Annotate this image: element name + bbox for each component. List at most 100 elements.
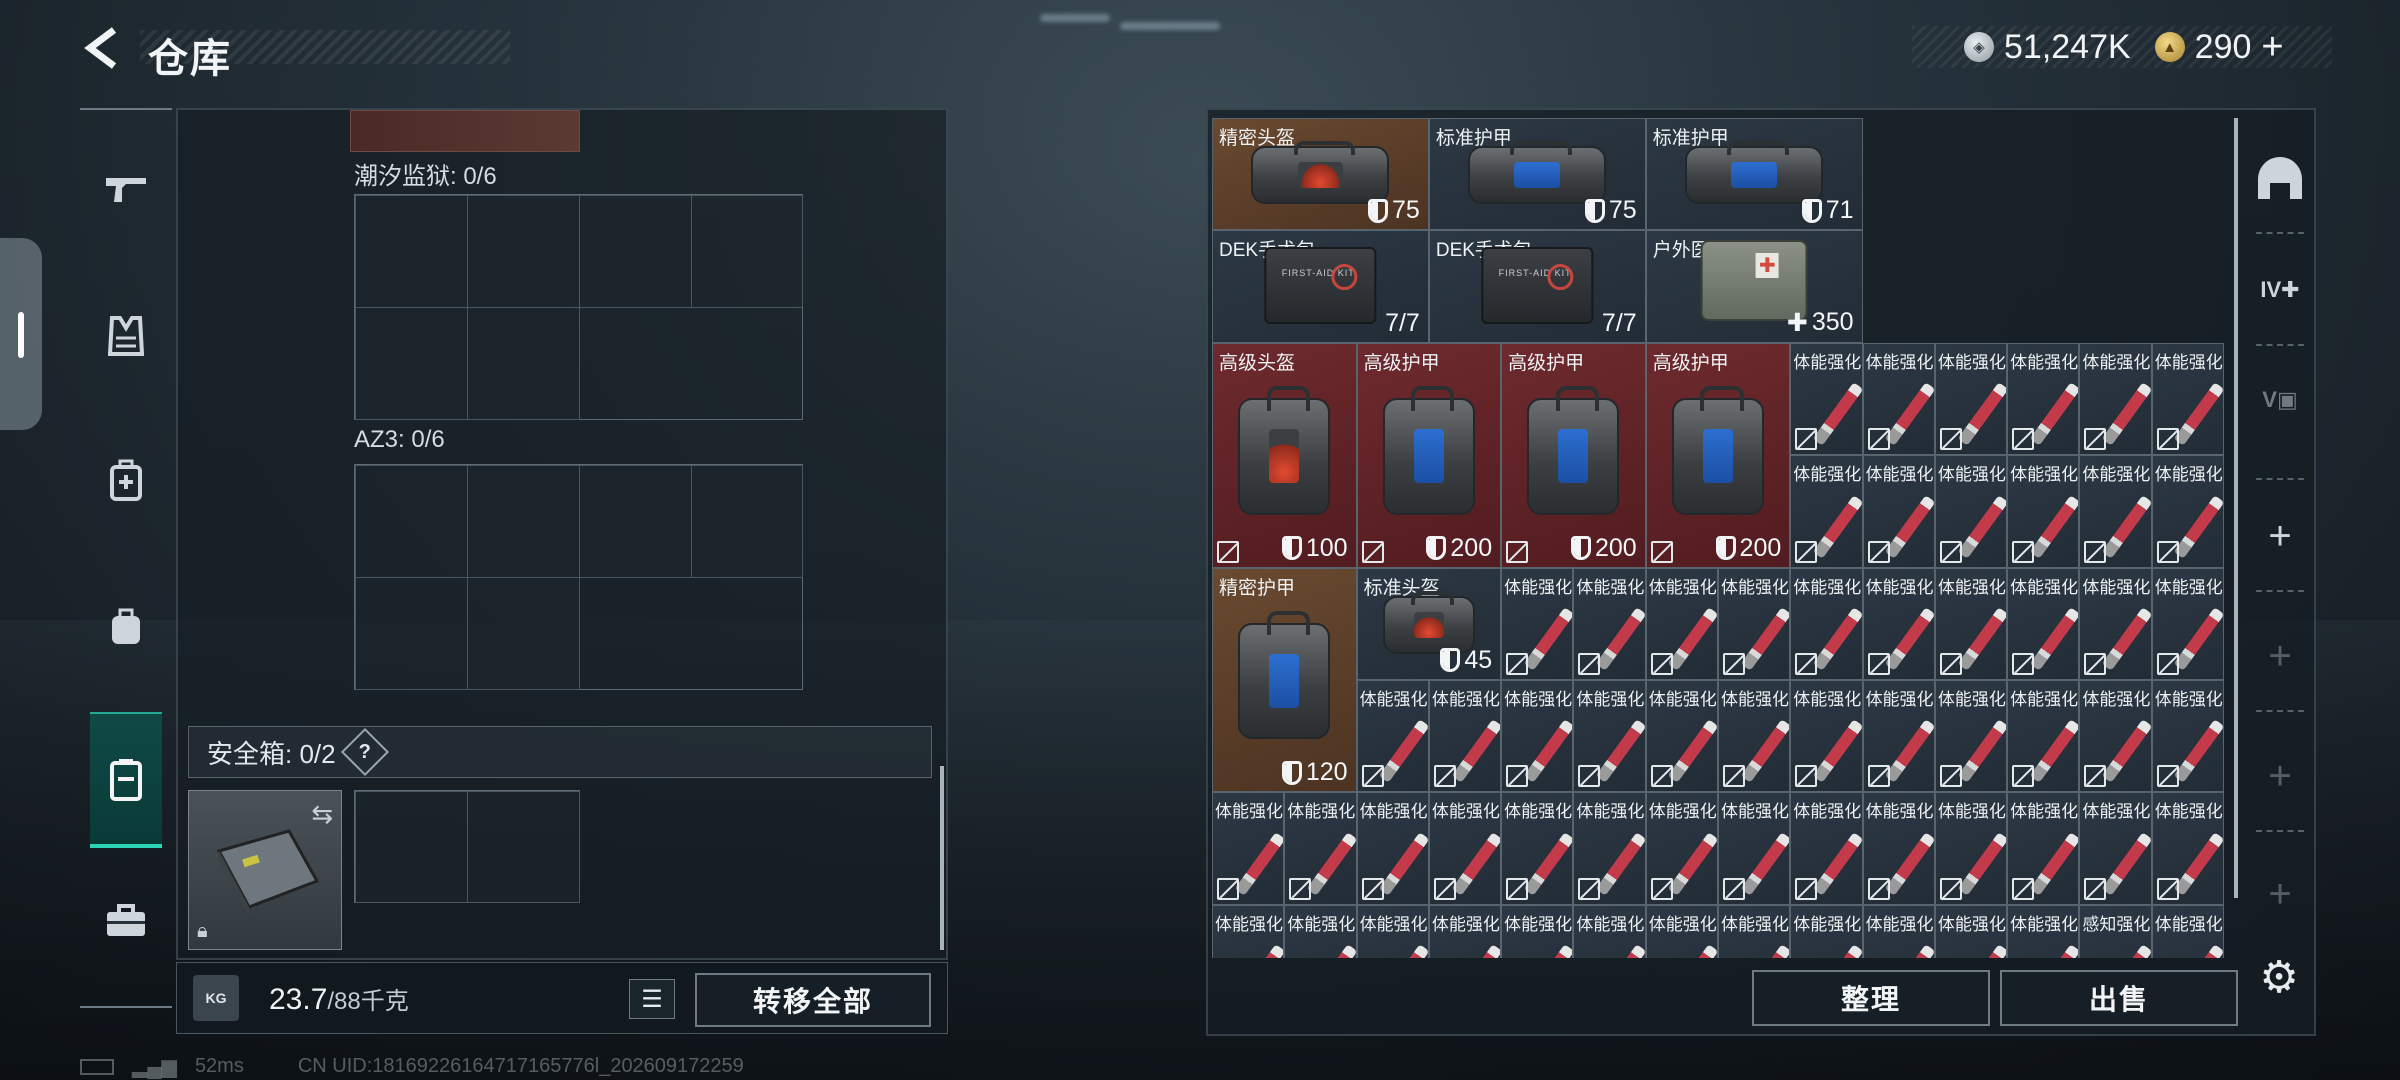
inventory-item-syringe[interactable]: 体能强化剂 <box>2007 567 2080 680</box>
inventory-item[interactable]: 高级护甲 200 <box>1501 342 1646 568</box>
inventory-item-syringe[interactable]: 体能强化剂 <box>1790 680 1863 793</box>
inventory-item-syringe[interactable]: 体能强化剂 <box>1501 680 1574 793</box>
inventory-item-syringe[interactable]: 体能强化剂 <box>2151 680 2224 793</box>
inventory-item[interactable]: 标准头盔 45 <box>1356 567 1502 680</box>
tab-backpack[interactable] <box>90 590 162 662</box>
warehouse-tab-medical-5[interactable]: V▣ <box>2250 370 2310 430</box>
inventory-item[interactable]: DEK手术包7/7 <box>1428 230 1646 343</box>
sell-button[interactable]: 出售 <box>2000 970 2238 1026</box>
inventory-item-syringe[interactable]: 体能强化剂 <box>1284 904 1357 958</box>
inventory-item[interactable]: 标准护甲 71 <box>1645 118 1863 231</box>
help-button[interactable]: ? <box>340 727 389 777</box>
grid-slot[interactable] <box>467 307 580 420</box>
warehouse-tab-medical-4[interactable]: IV✚ <box>2250 260 2310 320</box>
tab-medical[interactable] <box>90 444 162 516</box>
inventory-item-syringe[interactable]: 体能强化剂 <box>2079 455 2152 568</box>
tab-toolbox[interactable] <box>90 884 162 956</box>
add-currency-button[interactable]: + <box>2261 26 2283 69</box>
grid-slot[interactable] <box>355 577 468 690</box>
inventory-item[interactable]: 高级护甲 200 <box>1356 342 1502 568</box>
inventory-item-syringe[interactable]: 体能强化剂 <box>1862 455 1935 568</box>
inventory-item-syringe[interactable]: 体能强化剂 <box>1645 680 1718 793</box>
inventory-item-syringe[interactable]: 体能强化剂 <box>1862 792 1935 905</box>
inventory-item-syringe[interactable]: 体能强化剂 <box>1934 680 2008 793</box>
grid-slot[interactable] <box>467 465 580 578</box>
add-tab-button[interactable]: + <box>2250 626 2310 686</box>
grid-slot[interactable] <box>579 465 692 578</box>
inventory-item[interactable]: 精密头盔 75 <box>1212 118 1429 231</box>
inventory-item-syringe[interactable]: 体能强化剂 <box>1573 904 1646 958</box>
inventory-item-syringe[interactable]: 体能强化剂 <box>1573 567 1646 680</box>
inventory-item-syringe[interactable]: 体能强化剂 <box>1934 567 2008 680</box>
grid-slot[interactable] <box>579 195 692 308</box>
inventory-item-syringe[interactable]: 体能强化剂 <box>1790 904 1863 958</box>
inventory-item-syringe[interactable]: 体能强化剂 <box>1790 455 1863 568</box>
inventory-item-syringe[interactable]: 体能强化剂 <box>1862 904 1935 958</box>
inventory-item-syringe[interactable]: 体能强化剂 <box>1645 567 1718 680</box>
inventory-item-syringe[interactable]: 体能强化剂 <box>2007 680 2080 793</box>
inventory-item-syringe[interactable]: 体能强化剂 <box>2151 904 2224 958</box>
inventory-item-syringe[interactable]: 体能强化剂 <box>2007 904 2080 958</box>
transfer-all-button[interactable]: 转移全部 <box>695 973 931 1027</box>
inventory-item[interactable]: 标准护甲 75 <box>1428 118 1646 231</box>
inventory-item-syringe[interactable]: 感知强化剂 <box>2079 904 2152 958</box>
grid-slot[interactable] <box>355 195 468 308</box>
add-tab-button[interactable]: + <box>2250 746 2310 806</box>
list-view-button[interactable]: ☰ <box>629 979 675 1019</box>
inventory-item[interactable]: 户外医疗箱✚350 <box>1645 230 1863 343</box>
inventory-item-syringe[interactable]: 体能强化剂 <box>1934 455 2008 568</box>
inventory-item-syringe[interactable]: 体能强化剂 <box>1356 904 1429 958</box>
add-tab-button[interactable]: + <box>2250 506 2310 566</box>
inventory-item-syringe[interactable]: 体能强化剂 <box>2151 792 2224 905</box>
inventory-item-syringe[interactable]: 体能强化剂 <box>1862 680 1935 793</box>
container-item-partial[interactable] <box>350 110 580 152</box>
inventory-item-syringe[interactable]: 体能强化剂 <box>1356 680 1429 793</box>
grid-slot[interactable] <box>467 577 580 690</box>
grid-slot[interactable] <box>691 195 803 308</box>
inventory-item-syringe[interactable]: 体能强化剂 <box>2079 680 2152 793</box>
inventory-item-syringe[interactable]: 体能强化剂 <box>1790 342 1863 456</box>
inventory-item-syringe[interactable]: 体能强化剂 <box>2079 567 2152 680</box>
inventory-item-syringe[interactable]: 体能强化剂 <box>1501 904 1574 958</box>
inventory-item-syringe[interactable]: 体能强化剂 <box>1862 567 1935 680</box>
inventory-item-syringe[interactable]: 体能强化剂 <box>1284 792 1357 905</box>
inventory-item-syringe[interactable]: 体能强化剂 <box>1645 792 1718 905</box>
inventory-item-syringe[interactable]: 体能强化剂 <box>1573 792 1646 905</box>
grid-slot[interactable] <box>355 791 468 903</box>
warehouse-scrollbar[interactable] <box>2234 118 2238 898</box>
side-drawer-handle[interactable] <box>0 238 42 430</box>
inventory-item-syringe[interactable]: 体能强化剂 <box>2151 567 2224 680</box>
inventory-item-syringe[interactable]: 体能强化剂 <box>1645 904 1718 958</box>
inventory-item-syringe[interactable]: 体能强化剂 <box>1718 680 1791 793</box>
grid-slot[interactable] <box>467 195 580 308</box>
inventory-item-syringe[interactable]: 体能强化剂 <box>1790 567 1863 680</box>
inventory-item-syringe[interactable]: 体能强化剂 <box>2007 792 2080 905</box>
inventory-item-syringe[interactable]: 体能强化剂 <box>1428 904 1502 958</box>
sort-button[interactable]: 整理 <box>1752 970 1990 1026</box>
inventory-item-syringe[interactable]: 体能强化剂 <box>1718 567 1791 680</box>
inventory-item-syringe[interactable]: 体能强化剂 <box>1718 904 1791 958</box>
inventory-item-syringe[interactable]: 体能强化剂 <box>1212 904 1285 958</box>
grid-slot[interactable] <box>467 791 580 903</box>
inventory-item[interactable]: 高级头盔 100 <box>1212 342 1357 568</box>
inventory-item-syringe[interactable]: 体能强化剂 <box>2151 342 2224 456</box>
inventory-item-syringe[interactable]: 体能强化剂 <box>1428 680 1502 793</box>
inventory-item-syringe[interactable]: 体能强化剂 <box>1428 792 1502 905</box>
settings-button[interactable]: ⚙ <box>2254 952 2304 1002</box>
inventory-item-syringe[interactable]: 体能强化剂 <box>2079 792 2152 905</box>
inventory-item-syringe[interactable]: 体能强化剂 <box>1790 792 1863 905</box>
inventory-item-syringe[interactable]: 体能强化剂 <box>2007 455 2080 568</box>
inventory-item-syringe[interactable]: 体能强化剂 <box>1501 567 1574 680</box>
scrollbar[interactable] <box>940 766 944 950</box>
tab-safebox[interactable] <box>90 712 162 848</box>
inventory-item-syringe[interactable]: 体能强化剂 <box>1934 342 2008 456</box>
inventory-item-syringe[interactable]: 体能强化剂 <box>1718 792 1791 905</box>
inventory-item-syringe[interactable]: 体能强化剂 <box>1934 904 2008 958</box>
inventory-item-syringe[interactable]: 体能强化剂 <box>2151 455 2224 568</box>
tab-vest[interactable] <box>90 300 162 372</box>
inventory-item[interactable]: 高级护甲 200 <box>1645 342 1791 568</box>
inventory-item-syringe[interactable]: 体能强化剂 <box>1212 792 1285 905</box>
inventory-item-syringe[interactable]: 体能强化剂 <box>2079 342 2152 456</box>
inventory-item[interactable]: 精密护甲 120 <box>1212 567 1357 793</box>
inventory-item-syringe[interactable]: 体能强化剂 <box>1356 792 1429 905</box>
